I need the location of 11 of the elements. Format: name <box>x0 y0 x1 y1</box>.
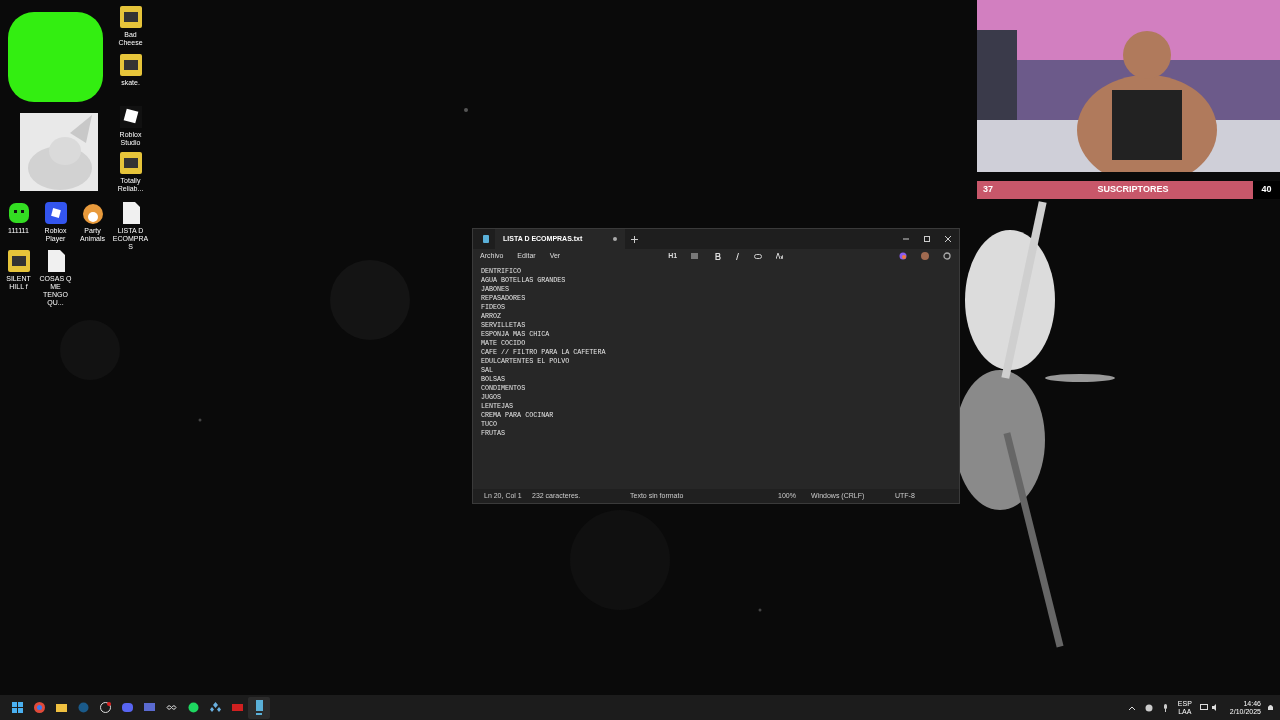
launcher-icon <box>99 702 111 713</box>
folder-icon <box>55 702 67 713</box>
infinity-icon <box>165 702 177 713</box>
microphone-icon[interactable] <box>1162 703 1168 712</box>
chevron-up-icon[interactable] <box>1128 705 1135 710</box>
bell-icon[interactable] <box>1267 703 1274 712</box>
start-icon <box>11 702 23 713</box>
browser-icon <box>33 702 45 713</box>
network-icon[interactable] <box>1199 704 1208 711</box>
notepad-icon <box>253 700 265 712</box>
monitor-icon <box>143 702 155 713</box>
